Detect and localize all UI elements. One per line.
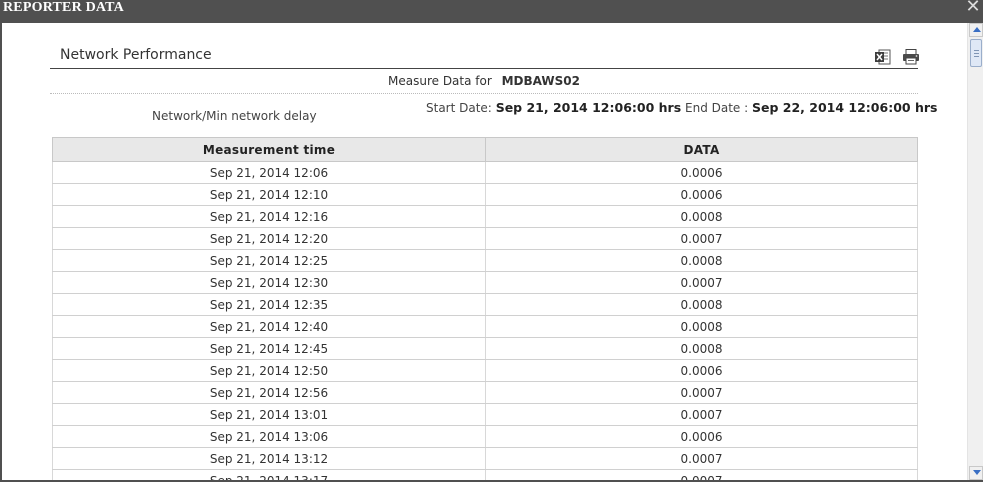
excel-export-icon[interactable] — [874, 48, 892, 66]
window-titlebar: REPORTER DATA ✕ — [0, 0, 983, 23]
table-row: Sep 21, 2014 13:01 0.0007 — [52, 403, 918, 426]
cell-data-value: 0.0008 — [485, 315, 918, 338]
cell-measurement-time: Sep 21, 2014 12:35 — [52, 293, 486, 316]
table-row: Sep 21, 2014 13:06 0.0006 — [52, 425, 918, 448]
cell-measurement-time: Sep 21, 2014 12:30 — [52, 271, 486, 294]
cell-measurement-time: Sep 21, 2014 13:17 — [52, 469, 486, 480]
cell-data-value: 0.0008 — [485, 337, 918, 360]
start-date-label: Start Date: — [426, 101, 492, 115]
table-row: Sep 21, 2014 12:35 0.0008 — [52, 293, 918, 316]
print-icon[interactable] — [902, 48, 920, 66]
cell-data-value: 0.0007 — [485, 227, 918, 250]
data-table: Measurement time DATA Sep 21, 2014 12:06… — [52, 137, 918, 480]
report-content: Network Performance Measure Data for MDB… — [2, 23, 967, 480]
end-date: End Date : Sep 22, 2014 12:06:00 hrs — [685, 100, 937, 115]
cell-measurement-time: Sep 21, 2014 13:01 — [52, 403, 486, 426]
start-date-value: Sep 21, 2014 12:06:00 hrs — [495, 100, 682, 115]
table-row: Sep 21, 2014 12:40 0.0008 — [52, 315, 918, 338]
table-row: Sep 21, 2014 12:45 0.0008 — [52, 337, 918, 360]
cell-measurement-time: Sep 21, 2014 12:06 — [52, 161, 486, 184]
server-name: MDBAWS02 — [501, 74, 580, 88]
cell-data-value: 0.0008 — [485, 205, 918, 228]
cell-data-value: 0.0006 — [485, 161, 918, 184]
cell-data-value: 0.0006 — [485, 425, 918, 448]
cell-measurement-time: Sep 21, 2014 13:12 — [52, 447, 486, 470]
end-date-value: Sep 22, 2014 12:06:00 hrs — [752, 100, 938, 115]
column-header-data[interactable]: DATA — [485, 137, 918, 162]
table-row: Sep 21, 2014 13:170.0007 — [52, 469, 918, 480]
metric-name: Network/Min network delay — [152, 109, 317, 123]
cell-data-value: 0.0007 — [485, 447, 918, 470]
cell-data-value: 0.0008 — [485, 293, 918, 316]
section-title: Network Performance — [60, 47, 212, 63]
cell-measurement-time: Sep 21, 2014 12:25 — [52, 249, 486, 272]
cell-measurement-time: Sep 21, 2014 13:06 — [52, 425, 486, 448]
cell-data-value: 0.0008 — [485, 249, 918, 272]
window-title: REPORTER DATA — [3, 0, 124, 15]
vertical-scrollbar[interactable] — [967, 23, 983, 480]
table-row: Sep 21, 2014 12:16 0.0008 — [52, 205, 918, 228]
scrollbar-thumb[interactable] — [970, 39, 982, 67]
scroll-up-icon[interactable] — [969, 23, 983, 37]
table-header-row: Measurement time DATA — [52, 137, 918, 162]
cell-measurement-time: Sep 21, 2014 12:45 — [52, 337, 486, 360]
cell-measurement-time: Sep 21, 2014 12:10 — [52, 183, 486, 206]
table-row: Sep 21, 2014 12:50 0.0006 — [52, 359, 918, 382]
dotted-divider — [50, 93, 918, 94]
cell-data-value: 0.0006 — [485, 359, 918, 382]
table-row: Sep 21, 2014 12:30 0.0007 — [52, 271, 918, 294]
cell-measurement-time: Sep 21, 2014 12:16 — [52, 205, 486, 228]
cell-data-value: 0.0007 — [485, 403, 918, 426]
table-row: Sep 21, 2014 13:12 0.0007 — [52, 447, 918, 470]
column-header-measurement-time[interactable]: Measurement time — [52, 137, 486, 162]
table-row: Sep 21, 2014 12:06 0.0006 — [52, 161, 918, 184]
cell-measurement-time: Sep 21, 2014 12:20 — [52, 227, 486, 250]
cell-data-value: 0.0007 — [485, 271, 918, 294]
measure-data-line: Measure Data for MDBAWS02 — [50, 74, 918, 88]
cell-data-value: 0.0007 — [485, 469, 918, 480]
title-divider — [50, 68, 918, 69]
cell-data-value: 0.0006 — [485, 183, 918, 206]
cell-measurement-time: Sep 21, 2014 12:50 — [52, 359, 486, 382]
end-date-label: End Date : — [685, 101, 749, 115]
cell-measurement-time: Sep 21, 2014 12:40 — [52, 315, 486, 338]
report-dialog: Network Performance Measure Data for MDB… — [0, 23, 983, 482]
cell-data-value: 0.0007 — [485, 381, 918, 404]
table-row: Sep 21, 2014 12:25 0.0008 — [52, 249, 918, 272]
measure-label: Measure Data for — [388, 74, 492, 88]
table-row: Sep 21, 2014 12:20 0.0007 — [52, 227, 918, 250]
table-row: Sep 21, 2014 12:56 0.0007 — [52, 381, 918, 404]
date-range: Start Date: Sep 21, 2014 12:06:00 hrs En… — [426, 100, 937, 115]
table-row: Sep 21, 2014 12:10 0.0006 — [52, 183, 918, 206]
close-icon[interactable]: ✕ — [965, 0, 981, 16]
cell-measurement-time: Sep 21, 2014 12:56 — [52, 381, 486, 404]
scroll-down-icon[interactable] — [969, 466, 983, 480]
